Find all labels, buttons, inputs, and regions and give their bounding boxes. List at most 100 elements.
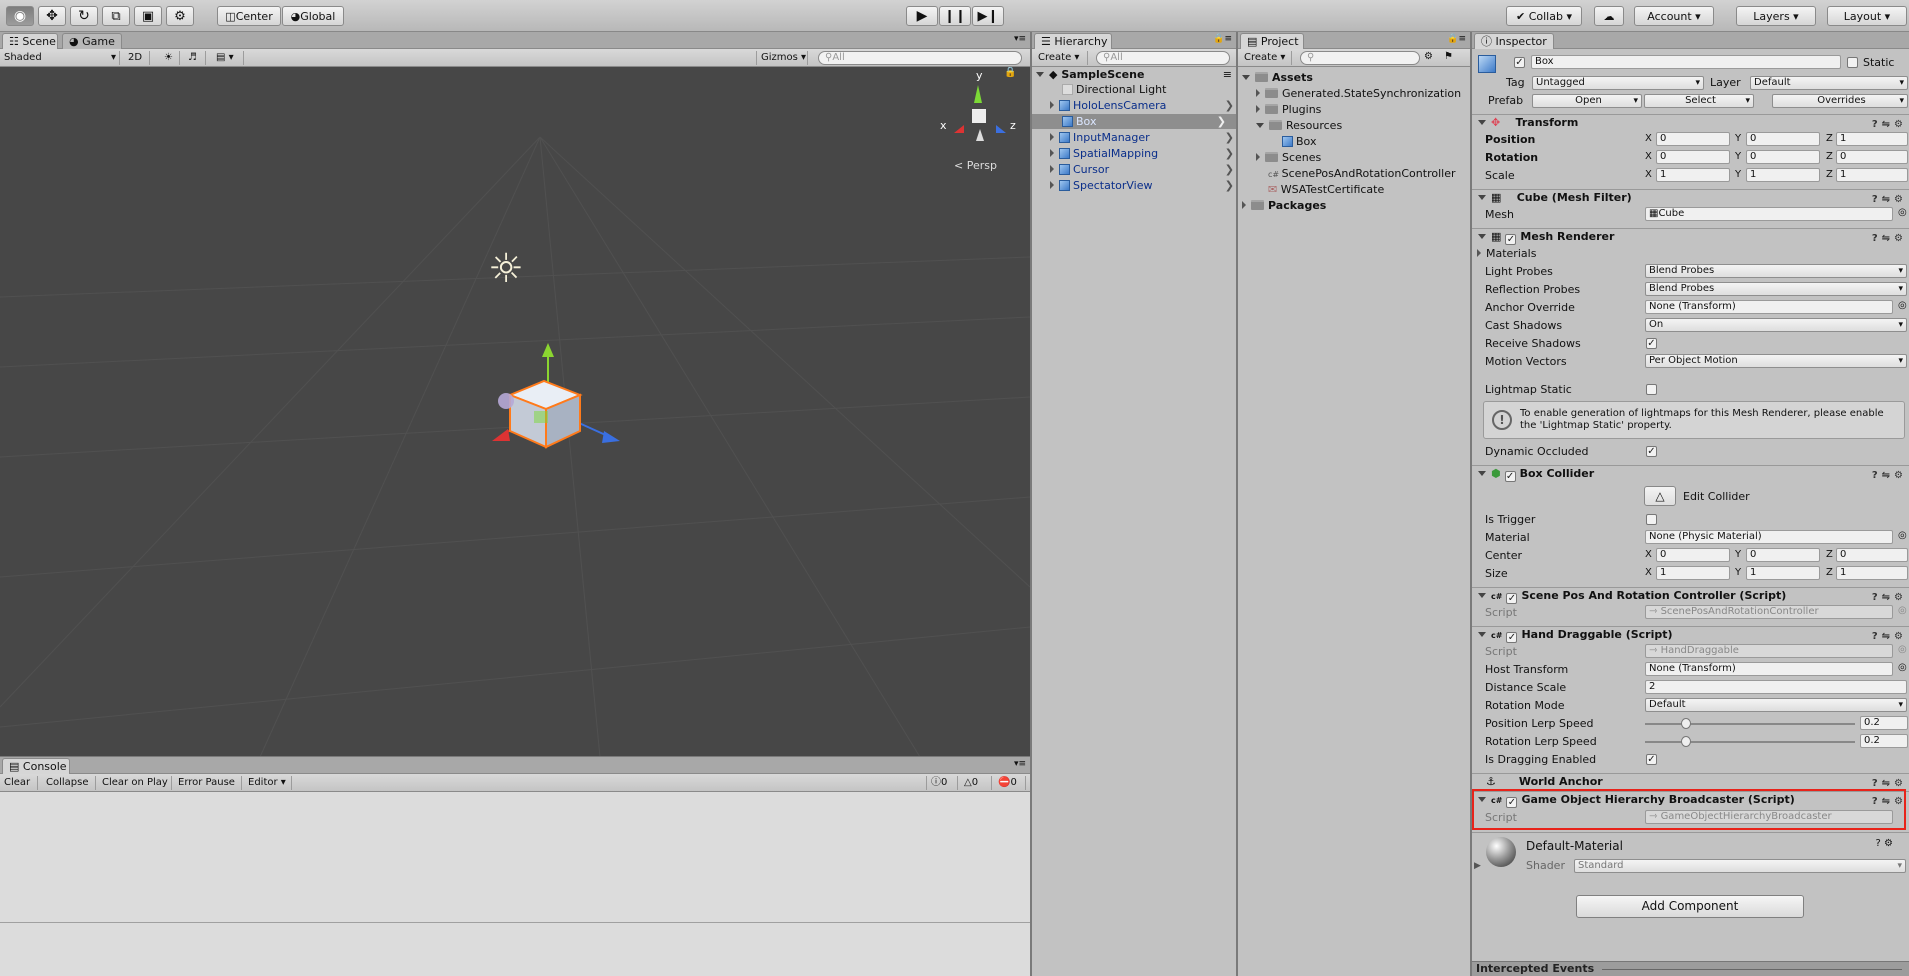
play-button[interactable]: ▶ (906, 6, 938, 26)
rotation-lerp-slider[interactable] (1645, 741, 1855, 743)
mode-2d-toggle[interactable]: 2D (124, 51, 150, 65)
chevron-right-icon[interactable]: ❯ (1225, 130, 1234, 145)
component-menu-icons[interactable]: ?⇋⚙ (1872, 231, 1907, 247)
hand-draggable-header[interactable]: c# ✓ Hand Draggable (Script) ?⇋⚙ (1472, 626, 1909, 643)
project-item-plugins[interactable]: Plugins (1256, 102, 1321, 117)
dynamic-occluded-checkbox[interactable]: ✓ (1646, 446, 1657, 457)
layers-dropdown[interactable]: Layers ▾ (1736, 6, 1816, 26)
component-menu-icons[interactable]: ?⇋⚙ (1872, 192, 1907, 208)
scale-tool-button[interactable]: ⧉ (102, 6, 130, 26)
tab-inspector[interactable]: ⓘ Inspector (1474, 33, 1554, 49)
position-y-input[interactable]: 0 (1746, 132, 1820, 146)
collider-material-field[interactable]: None (Physic Material) (1645, 530, 1893, 544)
component-menu-icons[interactable]: ?⇋⚙ (1872, 117, 1907, 133)
panel-menu-icon[interactable]: 🔒≡ (1447, 34, 1466, 44)
shader-dropdown[interactable]: Standard (1574, 859, 1906, 873)
menu-icon[interactable]: ≡ (1223, 67, 1232, 82)
pause-button[interactable]: ❙❙ (939, 6, 971, 26)
box-collider-enabled-checkbox[interactable]: ✓ (1504, 471, 1516, 482)
chevron-right-icon[interactable]: ❯ (1225, 178, 1234, 193)
panel-menu-icon[interactable]: ▾≡ (1014, 759, 1026, 769)
prefab-select-button[interactable]: Select (1644, 94, 1754, 108)
account-dropdown[interactable]: Account ▾ (1634, 6, 1714, 26)
panel-splitter[interactable] (1470, 32, 1472, 976)
scene-pos-header[interactable]: c# ✓ Scene Pos And Rotation Controller (Sc… (1472, 587, 1909, 604)
hierarchy-item-spatialmapping[interactable]: SpatialMapping ❯ (1050, 146, 1234, 161)
position-lerp-slider-thumb[interactable] (1681, 718, 1691, 729)
project-item-scenes[interactable]: Scenes (1256, 150, 1321, 165)
mesh-field[interactable]: ▦Cube (1645, 207, 1893, 221)
add-component-button[interactable]: Add Component (1576, 895, 1804, 918)
component-menu-icons[interactable]: ?⇋⚙ (1872, 629, 1907, 645)
center-x-input[interactable]: 0 (1656, 548, 1730, 562)
rotation-lerp-slider-thumb[interactable] (1681, 736, 1691, 747)
scene-viewport[interactable]: y x z 🔒 < Persp ☼ (0, 67, 1030, 757)
host-transform-field[interactable]: None (Transform) (1645, 662, 1893, 676)
step-button[interactable]: ▶❙ (972, 6, 1004, 26)
is-trigger-checkbox[interactable] (1646, 514, 1657, 525)
project-item-packages[interactable]: Packages (1242, 198, 1326, 213)
project-create-dropdown[interactable]: Create ▾ (1240, 51, 1292, 65)
hierarchy-scene-row[interactable]: ◆ SampleScene ≡ (1036, 67, 1232, 82)
gizmos-dropdown[interactable]: Gizmos ▾ (756, 51, 808, 65)
rotation-y-input[interactable]: 0 (1746, 150, 1820, 164)
tag-dropdown[interactable]: Untagged (1532, 76, 1704, 90)
space-toggle[interactable]: ◕ Global (282, 6, 344, 26)
scale-z-input[interactable]: 1 (1836, 168, 1908, 182)
rotation-z-input[interactable]: 0 (1836, 150, 1908, 164)
active-checkbox[interactable]: ✓ (1514, 57, 1525, 68)
box-collider-header[interactable]: ⬢ ✓ Box Collider ?⇋⚙ (1472, 465, 1909, 482)
hierarchy-item-box[interactable]: Box ❯ (1032, 114, 1236, 129)
box-object[interactable] (480, 339, 630, 469)
hierarchy-item-directional-light[interactable]: Directional Light (1062, 82, 1166, 97)
size-y-input[interactable]: 1 (1746, 566, 1820, 580)
transform-tool-button[interactable]: ⚙ (166, 6, 194, 26)
layer-dropdown[interactable]: Default (1750, 76, 1908, 90)
hierarchy-item-spectatorview[interactable]: SpectatorView ❯ (1050, 178, 1234, 193)
object-picker-icon[interactable]: ◎ (1898, 207, 1907, 218)
is-dragging-checkbox[interactable]: ✓ (1646, 754, 1657, 765)
lighting-toggle[interactable]: ☀ (160, 51, 180, 65)
mesh-renderer-header[interactable]: ▦ ✓ Mesh Renderer ?⇋⚙ (1472, 228, 1909, 245)
materials-foldout[interactable]: Materials (1477, 246, 1536, 261)
prefab-overrides-dropdown[interactable]: Overrides (1772, 94, 1908, 108)
anchor-override-field[interactable]: None (Transform) (1645, 300, 1893, 314)
chevron-right-icon[interactable]: ❯ (1217, 114, 1226, 129)
component-menu-icons[interactable]: ?⇋⚙ (1872, 468, 1907, 484)
object-picker-icon[interactable]: ◎ (1898, 662, 1907, 673)
transform-header[interactable]: ✥ Transform ?⇋⚙ (1472, 114, 1909, 131)
filter-label-icon[interactable]: ⚑ (1444, 51, 1453, 62)
motion-vectors-dropdown[interactable]: Per Object Motion (1645, 354, 1907, 368)
edit-collider-button[interactable]: △ (1644, 486, 1676, 506)
rotation-mode-dropdown[interactable]: Default (1645, 698, 1907, 712)
layout-dropdown[interactable]: Layout ▾ (1827, 6, 1907, 26)
position-z-input[interactable]: 1 (1836, 132, 1908, 146)
lock-icon[interactable]: 🔒 (1004, 67, 1016, 78)
hierarchy-item-cursor[interactable]: Cursor ❯ (1050, 162, 1234, 177)
hierarchy-item-hololenscamera[interactable]: HoloLensCamera ❯ (1050, 98, 1234, 113)
center-y-input[interactable]: 0 (1746, 548, 1820, 562)
rect-tool-button[interactable]: ▣ (134, 6, 162, 26)
rotation-lerp-input[interactable]: 0.2 (1860, 734, 1908, 748)
move-tool-button[interactable]: ✥ (38, 6, 66, 26)
console-error-pause-toggle[interactable]: Error Pause (174, 776, 242, 790)
project-search-input[interactable]: ⚲ (1300, 51, 1420, 65)
shading-dropdown[interactable]: Shaded ▾ (0, 51, 120, 65)
hand-tool-button[interactable]: ◉ (6, 6, 34, 26)
console-clear-button[interactable]: Clear (0, 776, 38, 790)
chevron-right-icon[interactable]: ❯ (1225, 162, 1234, 177)
panel-menu-icon[interactable]: 🔒≡ (1213, 34, 1232, 44)
tab-project[interactable]: ▤ Project (1240, 33, 1304, 49)
tab-hierarchy[interactable]: ☰ Hierarchy (1034, 33, 1112, 49)
lightmap-static-checkbox[interactable] (1646, 384, 1657, 395)
hierarchy-create-dropdown[interactable]: Create ▾ (1034, 51, 1088, 65)
hierarchy-search-input[interactable]: ⚲All (1096, 51, 1230, 65)
panel-splitter[interactable] (0, 756, 1030, 757)
filter-type-icon[interactable]: ⚙ (1424, 51, 1433, 62)
position-lerp-slider[interactable] (1645, 723, 1855, 725)
prefab-open-button[interactable]: Open (1532, 94, 1642, 108)
effects-dropdown[interactable]: ▤ ▾ (212, 51, 244, 65)
hand-draggable-enabled-checkbox[interactable]: ✓ (1506, 632, 1518, 643)
chevron-right-icon[interactable]: ❯ (1225, 98, 1234, 113)
light-probes-dropdown[interactable]: Blend Probes (1645, 264, 1907, 278)
